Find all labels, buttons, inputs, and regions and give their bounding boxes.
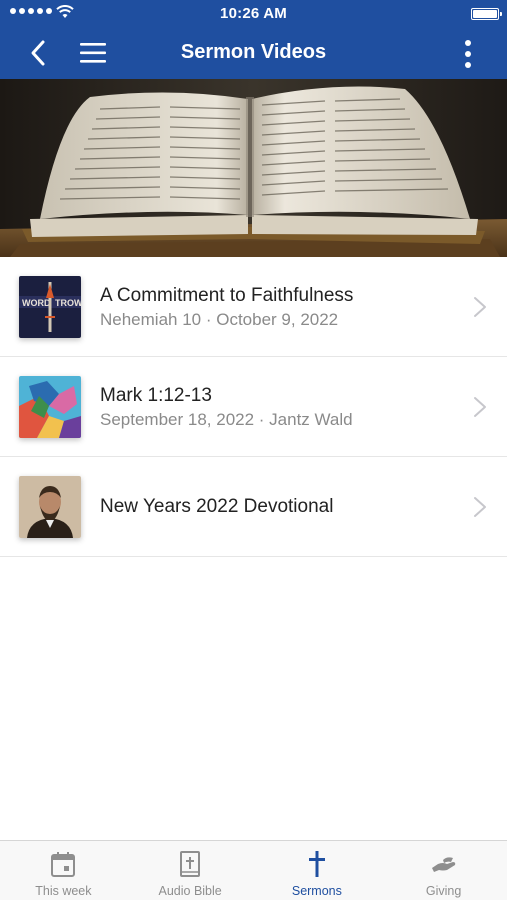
tab-label: Audio Bible [158,884,222,898]
sermon-title: New Years 2022 Devotional [100,496,334,517]
chevron-right-icon [474,497,486,517]
chevron-right-icon [474,297,486,317]
cross-icon [308,851,325,877]
word-trowel-thumbnail: WORD TROWEL [19,276,81,338]
battery-icon [471,8,502,20]
reaching-hands-painting-thumbnail [19,376,81,438]
tab-label: Sermons [291,884,342,898]
svg-text:WORD: WORD [22,298,51,308]
navigation-bar: Sermon Videos [0,28,507,79]
page-title: Sermon Videos [180,41,327,63]
tab-label: Giving [425,884,462,898]
svg-text:TROWEL: TROWEL [55,298,81,308]
tab-sermons[interactable]: Sermons [254,841,381,900]
sermon-subtitle: September 18, 2022 · Jantz Wald [100,410,353,429]
tab-audio-bible[interactable]: Audio Bible [127,841,254,900]
sermon-subtitle: Nehemiah 10 · October 9, 2022 [100,310,339,329]
hero-banner-image [0,79,507,257]
status-bar: 10:26 AM [0,0,507,28]
tab-label: This week [35,884,92,898]
status-time: 10:26 AM [220,5,287,22]
sermon-title: A Commitment to Faithfulness [100,285,354,306]
bible-icon [180,851,201,877]
sermon-title: Mark 1:12-13 [100,385,212,406]
sermon-list: WORD TROWEL A Commitment to Faithfulness… [0,257,507,557]
tab-this-week[interactable]: This week [0,841,127,900]
portrait-thumbnail [19,476,81,538]
open-bible-image [0,79,507,257]
more-options-icon[interactable] [453,39,483,69]
list-item[interactable]: Mark 1:12-13 September 18, 2022 · Jantz … [0,357,507,457]
list-item[interactable]: WORD TROWEL A Commitment to Faithfulness… [0,257,507,357]
calendar-icon [51,852,76,877]
chevron-right-icon [474,397,486,417]
tab-giving[interactable]: Giving [380,841,507,900]
giving-hand-icon [431,857,455,872]
tab-bar: This week Audio Bible Sermons Giving [0,840,507,900]
list-item[interactable]: New Years 2022 Devotional [0,457,507,557]
